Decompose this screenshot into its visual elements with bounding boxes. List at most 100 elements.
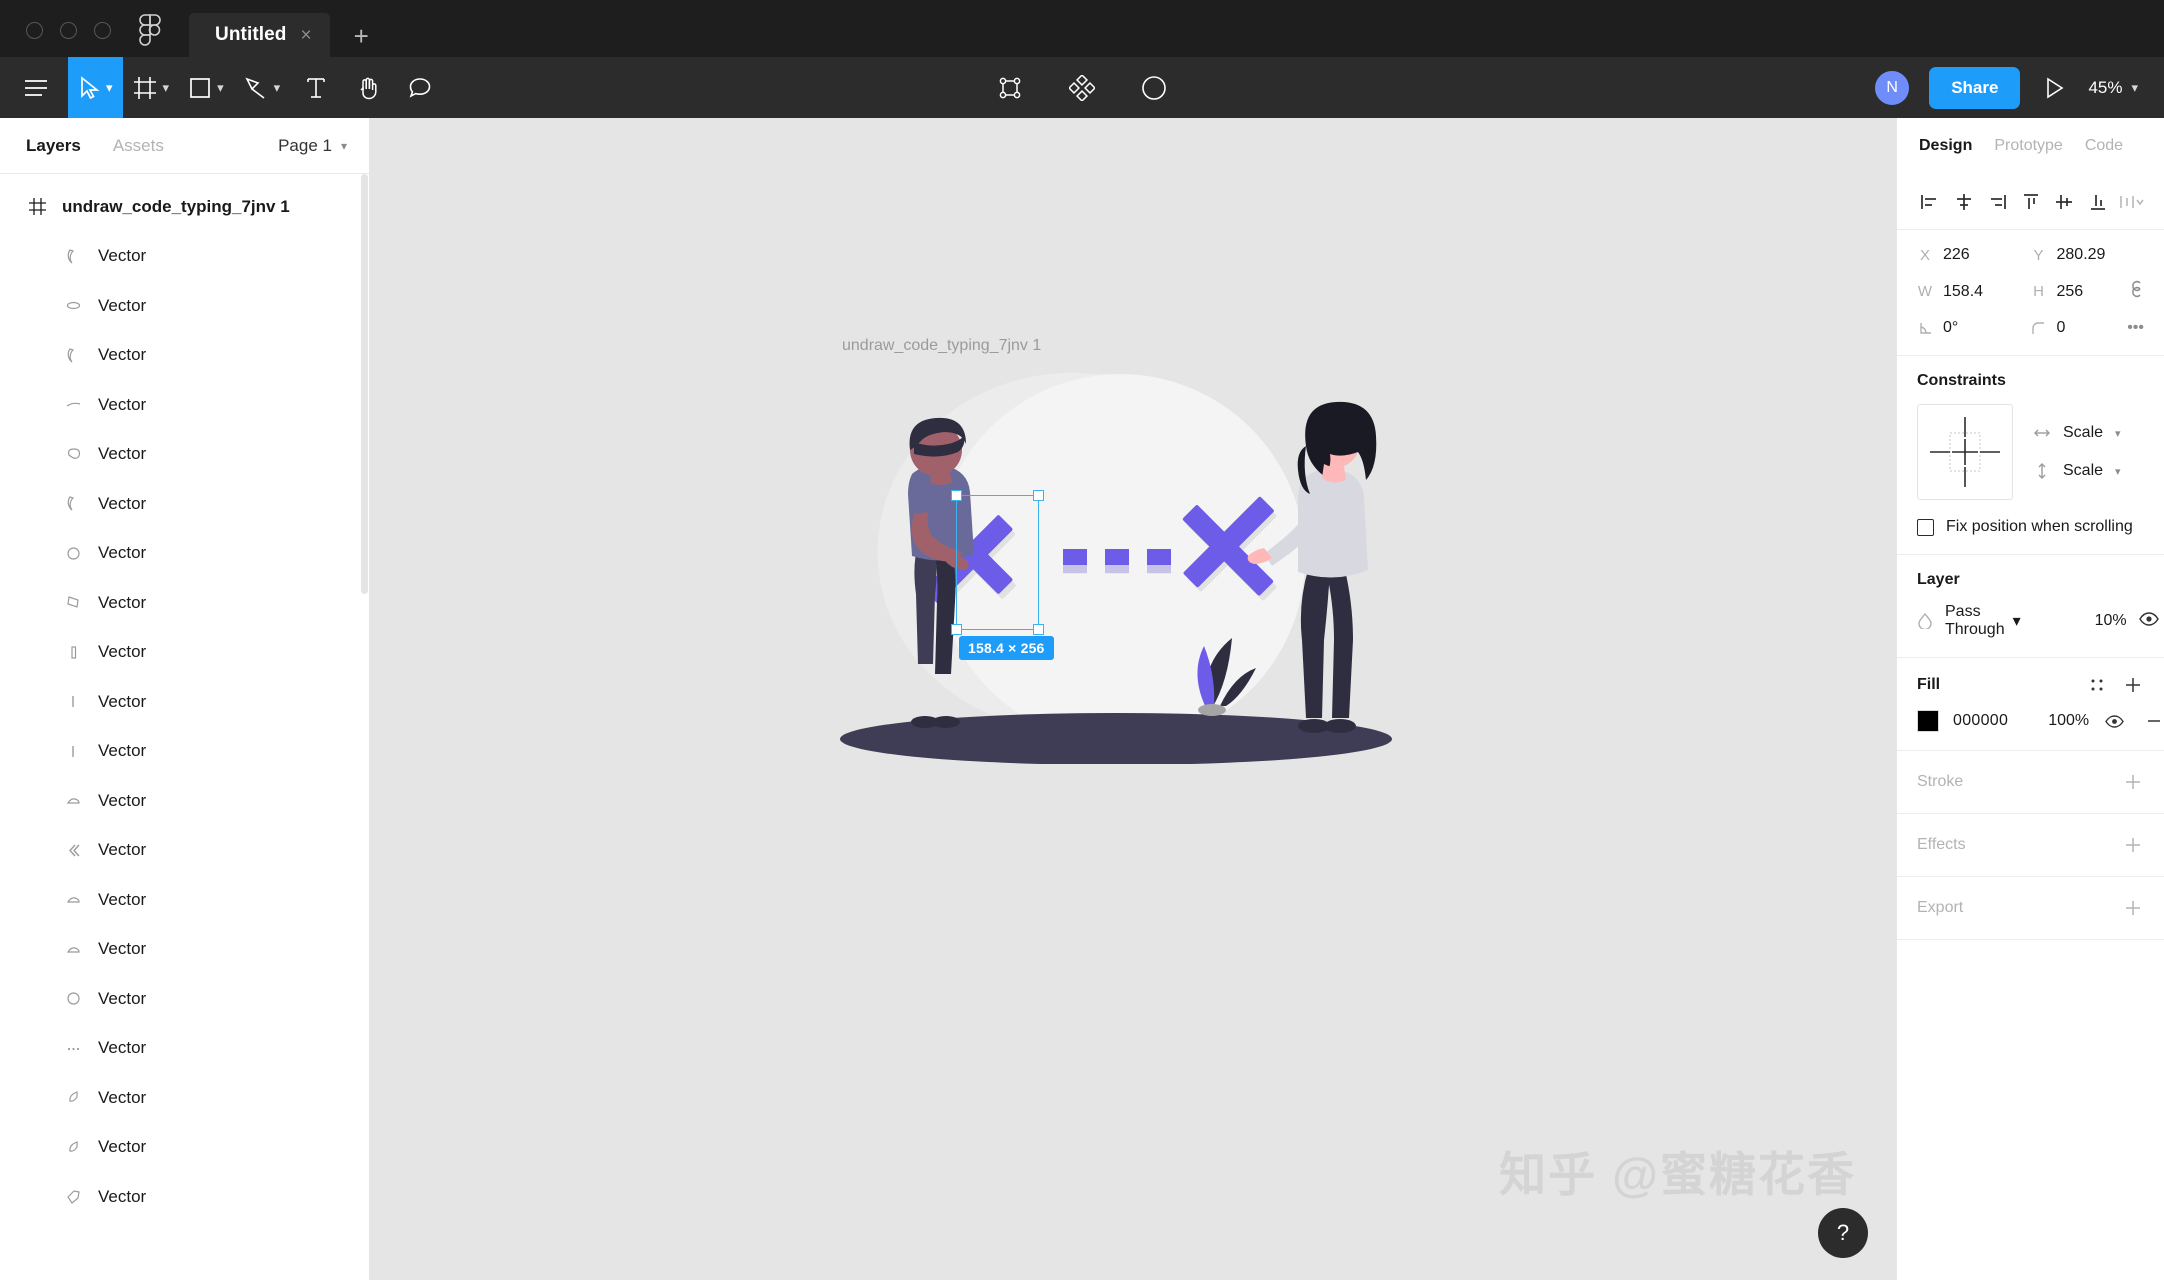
help-button[interactable]: ? xyxy=(1818,1208,1868,1258)
move-tool-button[interactable]: ▾ xyxy=(68,57,123,118)
boolean-tool-button[interactable] xyxy=(1128,57,1180,118)
chevron-down-icon[interactable]: ▾ xyxy=(2115,427,2121,440)
fill-styles-icon[interactable] xyxy=(2086,674,2108,696)
layer-row[interactable]: Vector xyxy=(0,776,369,826)
chevron-down-icon[interactable]: ▾ xyxy=(2013,611,2021,631)
align-vertical-center-icon[interactable] xyxy=(2051,189,2077,215)
align-left-icon[interactable] xyxy=(1917,189,1943,215)
corner-radius-field[interactable]: 0 ••• xyxy=(2031,319,2144,337)
tab-design[interactable]: Design xyxy=(1919,137,1972,155)
layer-row[interactable]: Vector xyxy=(0,430,369,480)
tab-code[interactable]: Code xyxy=(2085,137,2123,155)
frame-label[interactable]: undraw_code_typing_7jnv 1 xyxy=(842,337,1041,355)
canvas[interactable]: undraw_code_typing_7jnv 1 158.4 × 256 知乎… xyxy=(370,118,1896,1280)
fill-color-swatch[interactable] xyxy=(1917,710,1939,732)
chevron-down-icon[interactable]: ▾ xyxy=(341,139,347,153)
layer-row[interactable]: Vector xyxy=(0,380,369,430)
distribute-icon[interactable] xyxy=(2118,189,2144,215)
more-options-button[interactable]: ••• xyxy=(2127,319,2144,337)
close-icon[interactable]: × xyxy=(301,26,312,45)
fill-hex-value[interactable]: 000000 xyxy=(1953,712,2008,730)
horizontal-constraint-select[interactable]: Scale ▾ xyxy=(2033,424,2121,442)
layer-row[interactable]: Vector xyxy=(0,677,369,727)
add-export-icon[interactable] xyxy=(2122,897,2144,919)
main-menu-button[interactable] xyxy=(0,57,68,118)
chevron-down-icon[interactable]: ▾ xyxy=(2131,80,2138,96)
hand-tool-button[interactable] xyxy=(342,57,394,118)
shape-tool-button[interactable]: ▾ xyxy=(179,57,234,118)
comment-tool-button[interactable] xyxy=(394,57,446,118)
new-tab-button[interactable]: + xyxy=(330,23,393,57)
width-field[interactable]: W 158.4 xyxy=(1917,280,2031,303)
fill-visibility-icon[interactable] xyxy=(2103,710,2125,732)
chevron-down-icon[interactable]: ▾ xyxy=(106,80,113,96)
present-button[interactable] xyxy=(2038,77,2070,99)
layer-row[interactable]: Vector xyxy=(0,974,369,1024)
layer-row-root[interactable]: undraw_code_typing_7jnv 1 xyxy=(0,182,369,232)
x-label: X xyxy=(1919,246,1930,264)
share-button[interactable]: Share xyxy=(1929,66,2021,109)
align-bottom-icon[interactable] xyxy=(2085,189,2111,215)
tab-layers[interactable]: Layers xyxy=(26,136,81,156)
mask-tool-button[interactable] xyxy=(984,57,1036,118)
height-field[interactable]: H 256 xyxy=(2031,280,2145,303)
chevron-down-icon[interactable]: ▾ xyxy=(2115,465,2121,478)
layer-visibility-icon[interactable] xyxy=(2138,611,2159,631)
layer-row[interactable]: Vector xyxy=(0,727,369,777)
file-tab-untitled[interactable]: Untitled × xyxy=(189,13,330,57)
layer-row[interactable]: Vector xyxy=(0,925,369,975)
chevron-down-icon[interactable]: ▾ xyxy=(163,80,170,96)
layer-row[interactable]: Vector xyxy=(0,875,369,925)
layer-row[interactable]: Vector xyxy=(0,1172,369,1222)
layer-row[interactable]: Vector xyxy=(0,826,369,876)
layer-row[interactable]: Vector xyxy=(0,232,369,282)
layer-row[interactable]: Vector xyxy=(0,281,369,331)
layer-row[interactable]: Vector xyxy=(0,628,369,678)
layer-row[interactable]: Vector xyxy=(0,529,369,579)
layer-row[interactable]: Vector xyxy=(0,1073,369,1123)
lock-aspect-ratio-icon[interactable] xyxy=(2130,280,2144,303)
avatar[interactable]: N xyxy=(1873,68,1912,107)
tab-assets[interactable]: Assets xyxy=(113,136,164,156)
fix-position-row[interactable]: Fix position when scrolling xyxy=(1917,518,2144,536)
rotation-field[interactable]: 0° xyxy=(1917,319,2031,337)
layers-list[interactable]: undraw_code_typing_7jnv 1 Vector Vector Ve… xyxy=(0,174,369,1280)
constraints-grid-widget[interactable] xyxy=(1917,404,2013,500)
vertical-constraint-select[interactable]: Scale ▾ xyxy=(2033,462,2121,480)
tab-prototype[interactable]: Prototype xyxy=(1994,137,2062,155)
zoom-control[interactable]: 45% ▾ xyxy=(2088,78,2138,98)
y-field[interactable]: Y 280.29 xyxy=(2031,246,2145,264)
pen-tool-button[interactable]: ▾ xyxy=(234,57,291,118)
page-selector[interactable]: Page 1 ▾ xyxy=(278,136,347,156)
close-window-button[interactable] xyxy=(26,22,43,39)
layer-row[interactable]: Vector xyxy=(0,578,369,628)
text-tool-button[interactable] xyxy=(290,57,342,118)
layer-row[interactable]: Vector xyxy=(0,1024,369,1074)
left-panel-scrollbar[interactable] xyxy=(361,174,368,594)
undraw-illustration[interactable] xyxy=(840,354,1400,764)
maximize-window-button[interactable] xyxy=(94,22,111,39)
fill-opacity-value[interactable]: 100% xyxy=(2048,712,2089,730)
fill-row: 000000 100% xyxy=(1917,710,2161,732)
layer-row[interactable]: Vector xyxy=(0,1123,369,1173)
add-fill-icon[interactable] xyxy=(2122,674,2144,696)
create-component-button[interactable] xyxy=(1056,57,1108,118)
align-right-icon[interactable] xyxy=(1984,189,2010,215)
figma-logo[interactable] xyxy=(133,13,167,47)
layer-row[interactable]: Vector xyxy=(0,479,369,529)
layer-row[interactable]: Vector xyxy=(0,331,369,381)
align-top-icon[interactable] xyxy=(2018,189,2044,215)
chevron-down-icon[interactable]: ▾ xyxy=(274,80,281,96)
x-field[interactable]: X 226 xyxy=(1917,246,2031,264)
align-horizontal-center-icon[interactable] xyxy=(1951,189,1977,215)
frame-tool-button[interactable]: ▾ xyxy=(123,57,180,118)
fix-position-checkbox[interactable] xyxy=(1917,518,1934,536)
minimize-window-button[interactable] xyxy=(60,22,77,39)
layer-opacity-value[interactable]: 10% xyxy=(2095,612,2127,630)
remove-fill-icon[interactable] xyxy=(2143,710,2164,732)
chevron-down-icon[interactable]: ▾ xyxy=(217,80,224,96)
add-stroke-icon[interactable] xyxy=(2122,771,2144,793)
width-label: W xyxy=(1917,283,1933,300)
blend-mode-select[interactable]: Pass Through ▾ xyxy=(1945,603,2021,639)
add-effect-icon[interactable] xyxy=(2122,834,2144,856)
